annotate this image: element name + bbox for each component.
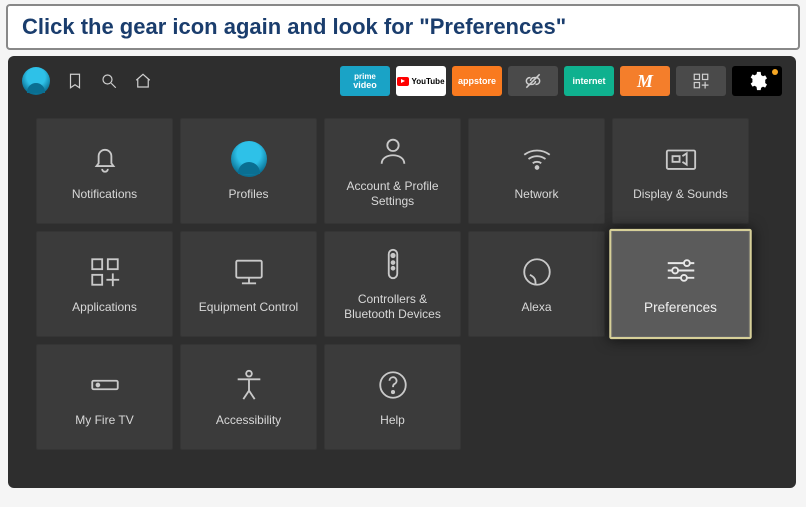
app-m[interactable]: M [620, 66, 670, 96]
help-icon [376, 367, 410, 403]
home-icon[interactable] [134, 72, 152, 90]
person-icon [376, 133, 410, 169]
app-youtube[interactable]: YouTube [396, 66, 446, 96]
app-internet[interactable]: internet [564, 66, 614, 96]
settings-grid: Notifications Profiles Account & Profile… [8, 104, 796, 460]
tile-preferences[interactable]: Preferences [609, 229, 751, 339]
app-prime-video[interactable]: prime video [340, 66, 390, 96]
fire-tv-screen: prime video YouTube appstore internet [8, 56, 796, 488]
bell-icon [88, 141, 122, 177]
app-appstore[interactable]: appstore [452, 66, 502, 96]
instruction-text: Click the gear icon again and look for "… [22, 14, 566, 39]
settings-gear-button[interactable] [732, 66, 782, 96]
tile-controllers-bluetooth[interactable]: Controllers & Bluetooth Devices [324, 231, 461, 337]
app-unlink[interactable] [508, 66, 558, 96]
search-icon[interactable] [100, 72, 118, 90]
tile-accessibility[interactable]: Accessibility [180, 344, 317, 450]
remote-icon [376, 246, 410, 282]
tile-applications[interactable]: Applications [36, 231, 173, 337]
accessibility-icon [232, 367, 266, 403]
app-all-apps[interactable] [676, 66, 726, 96]
display-sound-icon [664, 141, 698, 177]
tile-notifications[interactable]: Notifications [36, 118, 173, 224]
tile-alexa[interactable]: Alexa [468, 231, 605, 337]
profile-icon [231, 141, 267, 177]
sliders-icon [663, 252, 698, 289]
profile-avatar-icon[interactable] [22, 67, 50, 95]
tile-help[interactable]: Help [324, 344, 461, 450]
instruction-banner: Click the gear icon again and look for "… [6, 4, 800, 50]
tile-profiles[interactable]: Profiles [180, 118, 317, 224]
tile-account-profile-settings[interactable]: Account & Profile Settings [324, 118, 461, 224]
firetv-device-icon [88, 367, 122, 403]
youtube-play-icon [397, 77, 409, 86]
tile-my-fire-tv[interactable]: My Fire TV [36, 344, 173, 450]
tile-display-sounds[interactable]: Display & Sounds [612, 118, 749, 224]
tv-icon [232, 254, 266, 290]
apps-icon [88, 254, 122, 290]
alexa-icon [520, 254, 554, 290]
wifi-icon [520, 141, 554, 177]
tile-equipment-control[interactable]: Equipment Control [180, 231, 317, 337]
top-bar: prime video YouTube appstore internet [8, 56, 796, 104]
bookmark-icon[interactable] [66, 72, 84, 90]
app-shortcut-row: prime video YouTube appstore internet [340, 66, 782, 96]
left-nav-icons [22, 67, 152, 95]
tile-network[interactable]: Network [468, 118, 605, 224]
